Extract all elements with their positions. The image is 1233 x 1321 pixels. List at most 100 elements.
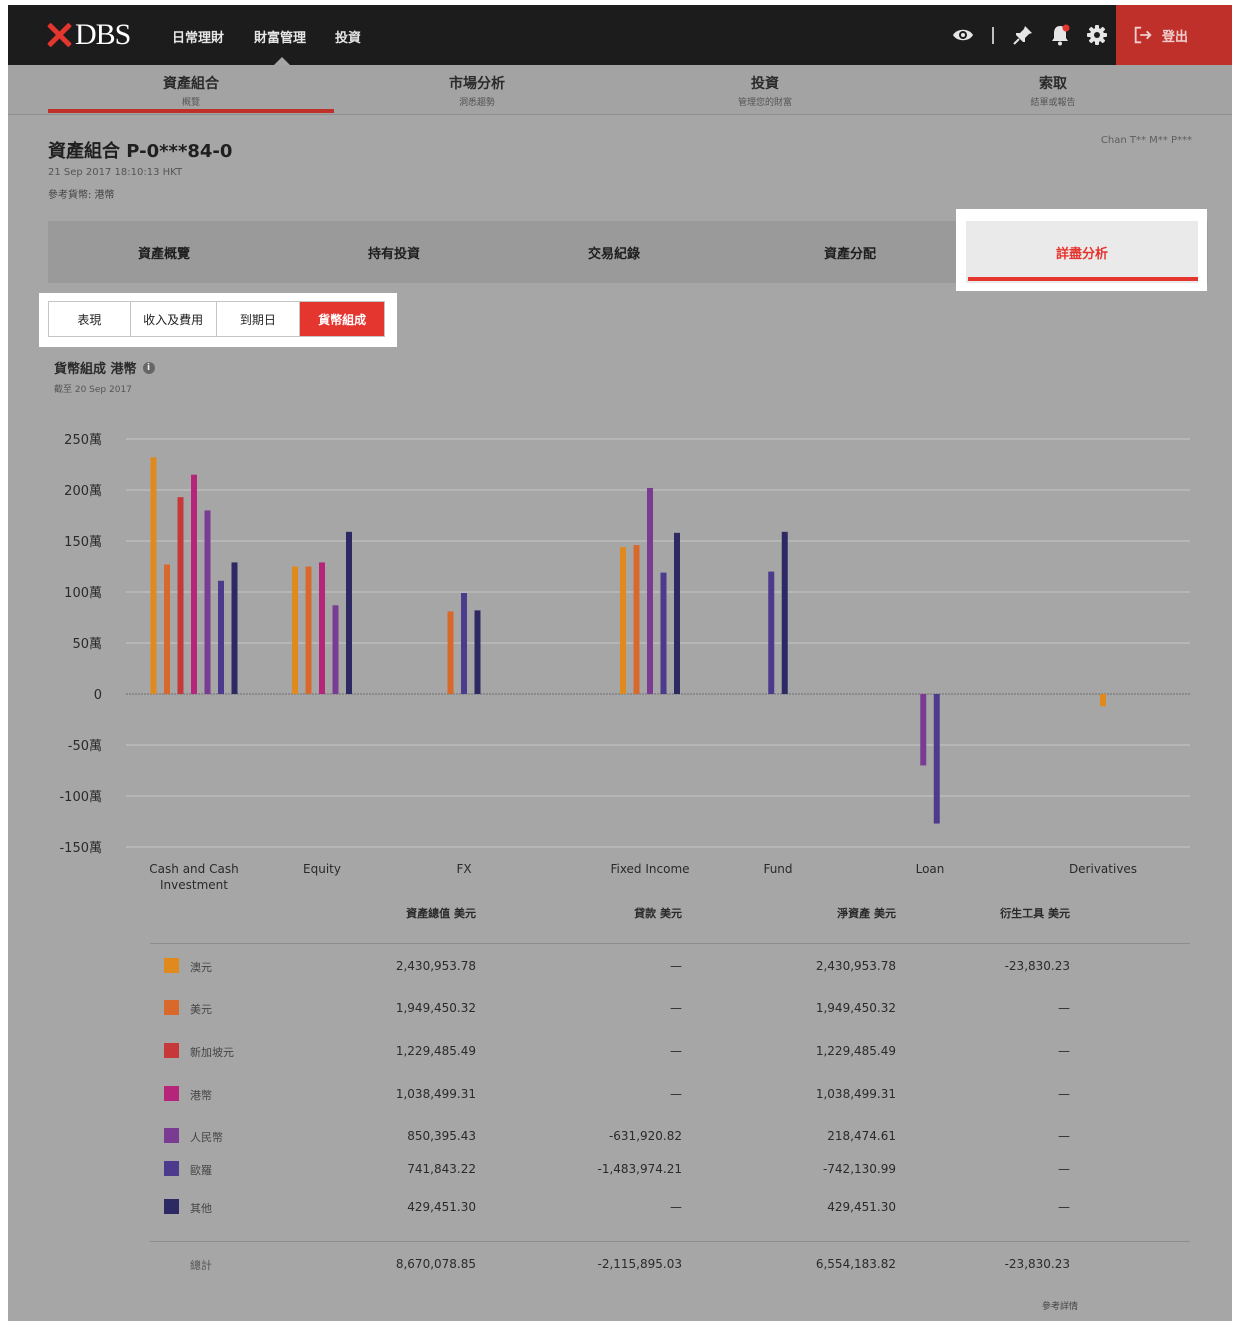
total-loans-value: -2,115,895.03: [597, 1257, 683, 1271]
bar[interactable]: [1100, 694, 1106, 707]
bar[interactable]: [474, 610, 481, 694]
loans-cell: —: [670, 1001, 682, 1015]
active-tab-underline: [968, 277, 1198, 281]
subnav-active-underline: [48, 109, 334, 113]
total-assets-cell: 429,451.30: [407, 1200, 476, 1214]
active-nav-caret: [274, 57, 290, 65]
tab-asset-allocation[interactable]: 資產分配: [738, 221, 962, 283]
bar[interactable]: [633, 545, 640, 694]
eye-icon[interactable]: [951, 23, 975, 47]
bar[interactable]: [674, 532, 680, 694]
table-total-row: 總計 8,670,078.85 -2,115,895.03 6,554,183.…: [8, 1255, 1232, 1275]
topnav-wealth-management[interactable]: 財富管理: [254, 27, 306, 46]
chart-title: 貨幣組成 港幣 i: [54, 358, 155, 377]
currency-swatch: [164, 1128, 179, 1143]
net-assets-cell: 1,949,450.32: [815, 1001, 896, 1015]
gear-icon[interactable]: [1085, 23, 1109, 47]
details-link[interactable]: 參考詳情: [1042, 1299, 1078, 1312]
user-name: Chan T** M** P***: [1100, 135, 1192, 146]
subnav-invest[interactable]: 投資 管理您的財富: [622, 73, 908, 108]
x-tick-label: Derivatives: [1069, 862, 1137, 876]
logout-icon: [1134, 26, 1152, 44]
dbs-logo-text: DBS: [75, 18, 131, 51]
bar[interactable]: [218, 580, 224, 694]
table-row: 歐羅 741,843.22 -1,483,974.21 -742,130.99 —: [8, 1160, 1232, 1180]
derivatives-cell: —: [1058, 1001, 1070, 1015]
bar[interactable]: [447, 611, 454, 694]
bar[interactable]: [933, 694, 940, 824]
currency-name: 其他: [190, 1202, 212, 1215]
subnav-market-analysis[interactable]: 市場分析 洞悉趨勢: [334, 73, 620, 108]
bar[interactable]: [620, 547, 626, 694]
x-tick-label: Cash and Cash Investment: [149, 862, 238, 892]
app-frame: DBS 日常理財 財富管理 投資 登出 資產組合 概覽 市場分析 洞悉趨勢 投資…: [8, 5, 1232, 1321]
tab-transactions[interactable]: 交易紀錄: [502, 221, 726, 283]
col-header-total-assets: 資產總值 美元: [406, 907, 476, 920]
tab-asset-overview[interactable]: 資產概覽: [52, 221, 276, 283]
total-assets-cell: 850,395.43: [407, 1129, 476, 1143]
y-tick-label: -100萬: [59, 790, 102, 805]
total-assets-cell: 1,949,450.32: [395, 1001, 476, 1015]
subtab-maturity[interactable]: 到期日: [217, 302, 301, 336]
bar[interactable]: [292, 566, 298, 695]
subtab-currency-composition[interactable]: 貨幣組成: [300, 302, 384, 336]
net-assets-cell: 1,038,499.31: [815, 1087, 896, 1101]
table-row: 港幣 1,038,499.31 — 1,038,499.31 —: [8, 1085, 1232, 1105]
bar[interactable]: [191, 474, 197, 694]
col-header-loans: 貸款 美元: [634, 907, 682, 920]
page-title: 資產組合 P-0***84-0: [48, 141, 233, 162]
bar[interactable]: [346, 531, 352, 694]
total-assets-cell: 741,843.22: [407, 1162, 476, 1176]
tab-holdings[interactable]: 持有投資: [282, 221, 506, 283]
subnav-portfolio[interactable]: 資產組合 概覽: [48, 73, 334, 108]
bar[interactable]: [660, 572, 667, 694]
info-icon[interactable]: i: [142, 361, 155, 374]
subnav-market-analysis-subtitle: 洞悉趨勢: [458, 98, 495, 108]
bar[interactable]: [150, 457, 157, 694]
currency-swatch: [164, 1086, 179, 1101]
bar[interactable]: [319, 562, 325, 694]
derivatives-cell: —: [1058, 1044, 1070, 1058]
bar[interactable]: [164, 564, 170, 694]
subtab-income-expenses[interactable]: 收入及費用: [131, 302, 217, 336]
bar[interactable]: [231, 562, 238, 694]
topnav-daily-banking[interactable]: 日常理財: [172, 27, 224, 46]
currency-swatch: [164, 1000, 179, 1015]
net-assets-cell: 429,451.30: [827, 1200, 896, 1214]
subnav-invest-subtitle: 管理您的財富: [737, 98, 792, 108]
topnav-invest[interactable]: 投資: [335, 27, 361, 46]
y-tick-label: -150萬: [59, 841, 102, 856]
bar[interactable]: [305, 566, 312, 695]
analysis-subtabs: 表現 收入及費用 到期日 貨幣組成: [48, 301, 385, 337]
bar[interactable]: [647, 487, 653, 694]
subtab-performance[interactable]: 表現: [49, 302, 131, 336]
y-tick-label: 100萬: [64, 586, 102, 601]
tab-detailed-analysis[interactable]: 詳盡分析: [966, 221, 1198, 283]
currency-swatch: [164, 1043, 179, 1058]
derivatives-cell: —: [1058, 1200, 1070, 1214]
bar[interactable]: [177, 497, 184, 694]
bar[interactable]: [781, 531, 788, 694]
x-tick-label: Fixed Income: [610, 862, 689, 876]
bar[interactable]: [768, 571, 775, 694]
col-header-net-assets: 淨資產 美元: [837, 907, 896, 920]
pin-icon[interactable]: [1011, 23, 1035, 47]
subnav-request[interactable]: 索取 結單或報告: [910, 73, 1196, 108]
subnav-portfolio-subtitle: 概覽: [181, 98, 200, 108]
bar[interactable]: [332, 605, 339, 694]
bar[interactable]: [461, 593, 467, 694]
x-tick-label: Equity: [303, 862, 341, 876]
currency-name: 歐羅: [190, 1164, 212, 1177]
notification-bell-icon[interactable]: [1048, 23, 1072, 47]
bar[interactable]: [920, 694, 927, 766]
total-assets-cell: 1,038,499.31: [395, 1087, 476, 1101]
icon-divider: [992, 27, 994, 44]
bar[interactable]: [204, 510, 211, 694]
logout-button[interactable]: 登出: [1116, 5, 1232, 65]
subnav-request-subtitle: 結單或報告: [1030, 98, 1076, 108]
y-tick-label: 250萬: [64, 433, 102, 448]
currency-name: 人民幣: [190, 1131, 223, 1144]
top-bar: DBS 日常理財 財富管理 投資 登出: [8, 5, 1232, 65]
secondary-nav: 資產組合 概覽 市場分析 洞悉趨勢 投資 管理您的財富 索取 結單或報告: [8, 65, 1232, 115]
dbs-logo[interactable]: DBS: [46, 18, 131, 52]
